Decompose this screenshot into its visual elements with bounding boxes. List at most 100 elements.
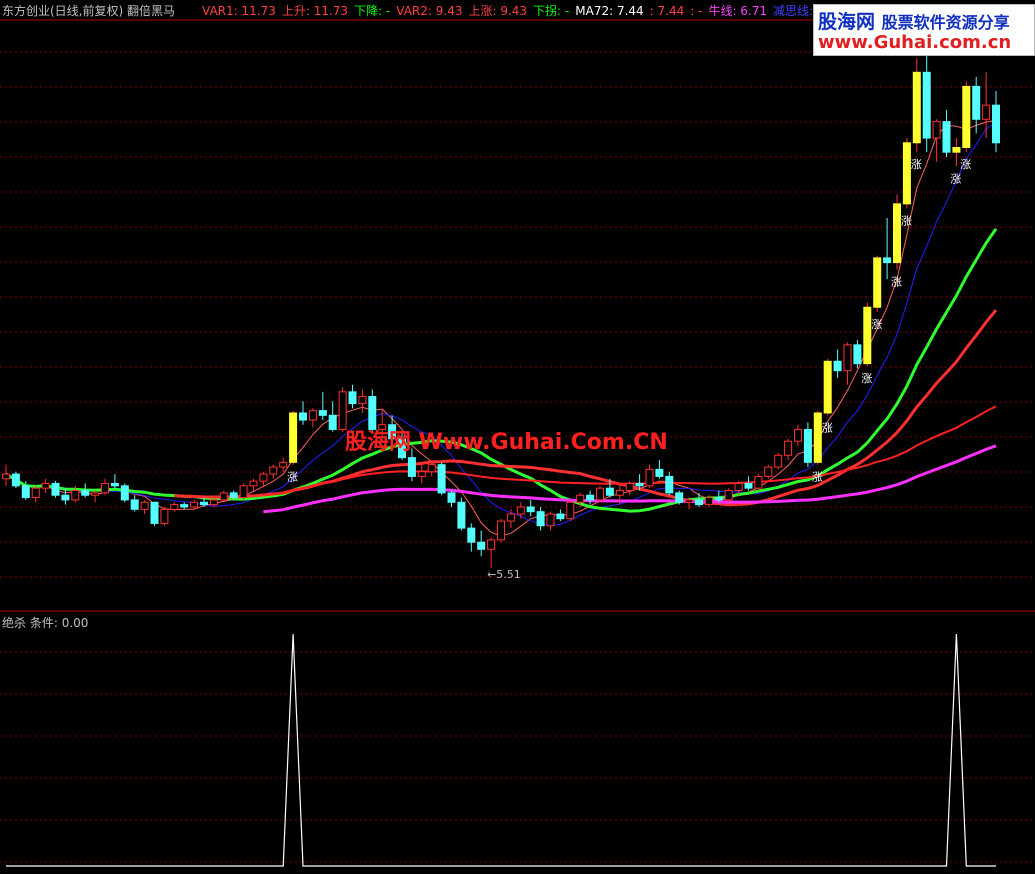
candle-body [467, 527, 476, 543]
candle-body [31, 487, 40, 499]
candle-body [516, 506, 525, 515]
candle-body [764, 466, 773, 477]
candle-body [546, 513, 555, 527]
logo-slogan: 股票软件资源分享 [881, 13, 1010, 32]
candle-body [774, 454, 783, 468]
candle-body [209, 499, 218, 506]
signal-line [6, 633, 996, 867]
candle-body [655, 468, 664, 477]
candle-body [299, 412, 307, 421]
candle-body [417, 471, 426, 477]
candle-body [863, 306, 872, 365]
candle-body [200, 501, 208, 506]
indicator-value-1: 上升: 11.73 [281, 4, 349, 18]
candle-body [437, 464, 446, 494]
surge-label: 涨 [901, 215, 912, 228]
candle-body [556, 513, 565, 520]
indicator-title: 翻倍黑马 [127, 4, 176, 18]
candle-body [328, 414, 337, 430]
candle-body [318, 410, 327, 416]
candle-body [982, 104, 991, 120]
candle-body [447, 492, 456, 503]
candle-body [239, 485, 248, 499]
candle-body [536, 511, 545, 527]
sub-condition: 条件: 0.00 [29, 616, 89, 630]
candle-body [952, 146, 961, 153]
candle-body [160, 508, 169, 524]
candle-body [843, 344, 852, 372]
candle-body [11, 473, 20, 487]
indicator-value-9: 牛线: 6.71 [708, 4, 768, 18]
candle-body [120, 485, 129, 501]
candle-body [81, 490, 90, 496]
candle-body [942, 121, 951, 153]
candle-body [665, 475, 674, 494]
candle-body [269, 466, 278, 475]
indicator-value-4: 上涨: 9.43 [468, 4, 528, 18]
indicator-value-6: MA72: 7.44 [575, 4, 644, 18]
candle-body [566, 501, 575, 520]
site-logo: 股海网 股票软件资源分享 www.Guhai.com.cn [813, 4, 1035, 56]
candle-body [615, 490, 624, 496]
candle-body [219, 492, 228, 501]
candle-body [101, 482, 109, 494]
candle-body [2, 473, 10, 480]
candle-body [724, 490, 733, 501]
candle-body [823, 360, 832, 414]
candle-body [784, 440, 793, 456]
candle-body [526, 506, 535, 513]
candle-body [853, 344, 862, 365]
candle-body [645, 468, 654, 487]
candle-body [932, 121, 941, 139]
candle-body [249, 480, 258, 487]
surge-label: 涨 [871, 318, 882, 331]
candle-body [962, 85, 971, 148]
candle-body [427, 464, 436, 473]
candle-body [358, 396, 367, 405]
surge-label: 涨 [861, 372, 872, 385]
candle-body [110, 482, 119, 487]
candle-body [190, 501, 199, 508]
candle-body [992, 104, 1000, 144]
surge-label: 涨 [812, 471, 823, 484]
ma-short-line [5, 119, 997, 537]
candle-body [506, 513, 515, 522]
candle-body [685, 499, 694, 503]
candle-body [487, 539, 496, 550]
candle-body [289, 412, 298, 463]
candle-body [348, 391, 357, 405]
candle-body [71, 490, 80, 501]
candle-body [833, 360, 842, 372]
sub-title: 绝杀 [2, 616, 27, 630]
candle-body [754, 475, 763, 489]
candle-body [41, 482, 50, 489]
candle-body [803, 428, 812, 463]
candle-body [170, 504, 179, 510]
candle-body [695, 499, 703, 506]
indicator-values: VAR1: 11.73 上升: 11.73 下降: - VAR2: 9.43 上涨: 9… [202, 2, 857, 18]
candle-body [279, 461, 288, 468]
candle-body [675, 492, 684, 503]
candle-body [734, 482, 743, 492]
candle-body [794, 428, 802, 442]
candle-body [893, 203, 901, 264]
candle-body [497, 520, 505, 541]
candle-body [51, 482, 60, 496]
candle-body [150, 501, 159, 524]
candle-body [576, 494, 585, 503]
chart-header: 东方创业(日线,前复权) 翻倍黑马 [2, 2, 175, 18]
sub-chart-header: 绝杀 条件: 0.00 [2, 614, 88, 631]
candle-body [714, 497, 723, 501]
candle-body [407, 457, 416, 477]
candle-body [457, 501, 466, 529]
candle-body [972, 85, 981, 120]
surge-label: 涨 [960, 158, 971, 171]
candle-body [21, 485, 30, 499]
candle-body [586, 494, 595, 501]
candle-body [180, 504, 189, 508]
candle-body [922, 71, 931, 139]
candle-body [902, 142, 911, 205]
indicator-value-8: : - [690, 4, 703, 18]
surge-label: 涨 [822, 421, 833, 434]
indicator-value-3: VAR2: 9.43 [396, 4, 463, 18]
